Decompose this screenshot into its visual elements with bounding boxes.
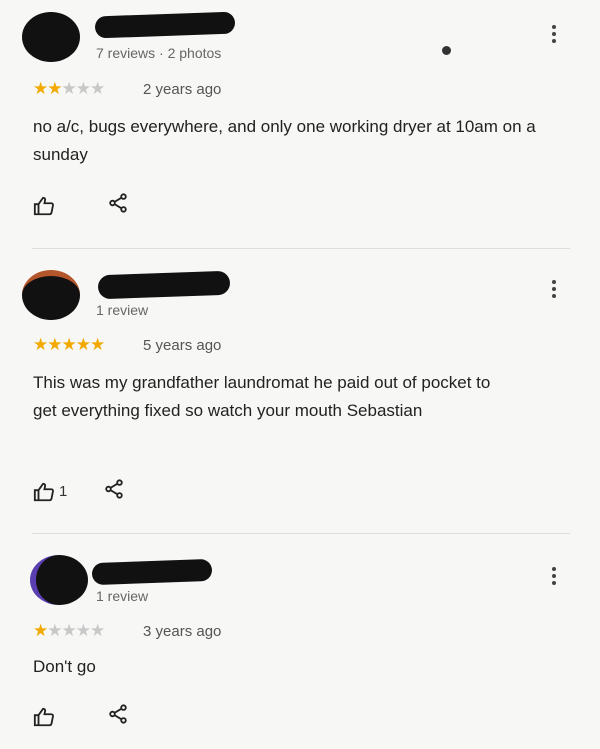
review-card: 1 review ★★★★★ 5 years ago This was my g… xyxy=(0,255,600,534)
share-button[interactable] xyxy=(103,478,125,505)
reviewer-meta: 1 review xyxy=(96,588,149,604)
review-age: 2 years ago xyxy=(143,81,222,98)
star-icon: ★ xyxy=(33,79,48,98)
like-count: 1 xyxy=(59,483,68,500)
star-icon: ★ xyxy=(47,621,62,640)
like-button[interactable] xyxy=(33,706,59,728)
star-icon: ★ xyxy=(90,79,105,98)
reviewer-meta: 7 reviews · 2 photos xyxy=(96,45,222,61)
review-actions xyxy=(33,192,129,219)
more-options-button[interactable] xyxy=(551,280,557,301)
review-text: Don't go xyxy=(33,657,96,676)
redacted-reviewer-name[interactable] xyxy=(94,11,236,39)
star-icon: ★ xyxy=(33,335,48,354)
dot-marker xyxy=(442,46,451,55)
star-icon: ★ xyxy=(61,335,77,354)
star-icon: ★ xyxy=(75,335,91,354)
review-age: 5 years ago xyxy=(143,337,222,354)
star-icon: ★ xyxy=(90,621,105,640)
more-options-button[interactable] xyxy=(551,567,557,588)
like-button[interactable] xyxy=(33,195,59,217)
redacted-reviewer-name[interactable] xyxy=(91,558,213,586)
star-rating: ★★★★★ xyxy=(33,621,105,641)
review-text: no a/c, bugs everywhere, and only one wo… xyxy=(33,117,536,164)
share-icon xyxy=(109,704,127,724)
share-icon xyxy=(105,479,124,499)
star-rating: ★★★★★ xyxy=(33,335,105,355)
share-icon xyxy=(109,193,127,213)
star-icon: ★ xyxy=(47,335,62,354)
reviewer-meta: 1 review xyxy=(96,302,149,318)
review-actions: 1 xyxy=(33,478,125,505)
thumbs-up-icon xyxy=(33,196,54,215)
star-rating: ★★★★★ xyxy=(33,79,105,99)
review-actions xyxy=(33,703,129,730)
avatar[interactable] xyxy=(30,555,88,605)
more-options-button[interactable] xyxy=(551,25,557,46)
star-icon: ★ xyxy=(75,621,91,640)
star-icon: ★ xyxy=(90,335,105,354)
like-button[interactable]: 1 xyxy=(33,481,67,503)
redacted-reviewer-name[interactable] xyxy=(97,270,231,300)
share-button[interactable] xyxy=(107,703,129,730)
star-icon: ★ xyxy=(61,621,77,640)
avatar[interactable] xyxy=(22,12,80,62)
divider xyxy=(32,248,570,249)
review-card: 1 review ★★★★★ 3 years ago Don't go xyxy=(0,545,600,749)
share-button[interactable] xyxy=(107,192,129,219)
star-icon: ★ xyxy=(33,621,48,640)
star-icon: ★ xyxy=(47,79,62,98)
review-card: 7 reviews · 2 photos ★★★★★ 2 years ago n… xyxy=(0,0,600,250)
star-icon: ★ xyxy=(75,79,91,98)
review-text: This was my grandfather laundromat he pa… xyxy=(33,373,491,420)
star-icon: ★ xyxy=(61,79,77,98)
review-age: 3 years ago xyxy=(143,623,222,640)
thumbs-up-icon xyxy=(33,707,54,726)
avatar[interactable] xyxy=(22,270,80,320)
divider xyxy=(32,533,570,534)
thumbs-up-icon xyxy=(33,482,54,501)
